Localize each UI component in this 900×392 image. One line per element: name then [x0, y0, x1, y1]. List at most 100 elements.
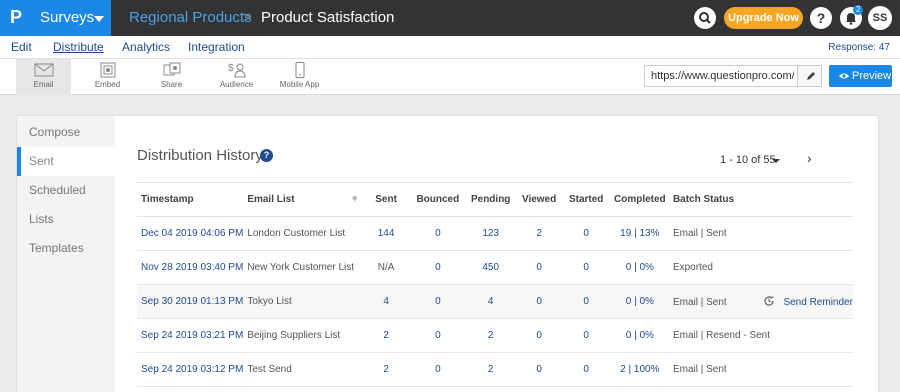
tool-audience-label: Audience: [219, 80, 254, 89]
cell-viewed[interactable]: 0: [516, 250, 562, 285]
column-header-pending: Pending: [464, 182, 517, 217]
menu-integration[interactable]: Integration: [188, 40, 245, 54]
menu-distribute[interactable]: Distribute: [53, 40, 104, 54]
cell-completed[interactable]: 0 | 0%: [610, 250, 669, 285]
top-bar: P Surveys Regional Products > Product Sa…: [0, 0, 900, 36]
eye-icon: [839, 73, 849, 79]
pagination-dropdown-icon[interactable]: [772, 159, 780, 163]
cell-bounced[interactable]: 0: [410, 352, 465, 387]
breadcrumb-parent[interactable]: Regional Products: [129, 9, 252, 26]
column-header-email-list[interactable]: Email List ◆: [243, 182, 362, 217]
column-header-label: Batch Status: [672, 194, 735, 205]
edit-url-button[interactable]: [797, 66, 821, 86]
column-header-viewed: Viewed: [516, 182, 562, 217]
product-name: Surveys: [40, 9, 95, 26]
cell-viewed[interactable]: 0: [516, 318, 562, 353]
send-reminder-button[interactable]: Send Reminder: [763, 296, 853, 308]
cell-completed[interactable]: 0 | 0%: [610, 318, 669, 353]
menu-edit[interactable]: Edit: [11, 40, 32, 54]
embed-icon: [100, 62, 115, 78]
send-reminder-label: Send Reminder: [783, 297, 853, 308]
cell-pending[interactable]: 123: [464, 216, 517, 251]
column-header-label: Email List: [247, 194, 295, 205]
preview-button[interactable]: Preview: [829, 65, 892, 87]
share-icon: [163, 62, 180, 76]
cell-started[interactable]: 0: [561, 216, 611, 251]
cell-sent[interactable]: 2: [361, 318, 411, 353]
cell-timestamp[interactable]: Sep 24 2019 03:21 PM: [137, 318, 244, 353]
cell-viewed[interactable]: 0: [516, 284, 562, 319]
cell-sent[interactable]: 144: [361, 216, 411, 251]
cell-bounced[interactable]: 0: [410, 250, 465, 285]
cell-bounced[interactable]: 0: [410, 216, 465, 251]
table-row[interactable]: Sep 24 2019 03:21 PM Beijing Suppliers L…: [137, 318, 853, 353]
next-page-button[interactable]: ›: [807, 150, 812, 166]
table-row[interactable]: Dec 04 2019 04:06 PM London Customer Lis…: [137, 216, 853, 251]
column-header-label: Completed: [613, 194, 666, 205]
cell-completed[interactable]: 19 | 13%: [610, 216, 669, 251]
sidebar-item-scheduled[interactable]: Scheduled: [17, 176, 115, 205]
survey-url-field[interactable]: https://www.questionpro.com/t/A: [644, 65, 822, 87]
tool-email-label: Email: [33, 80, 54, 89]
cell-viewed[interactable]: 2: [516, 216, 562, 251]
cell-started[interactable]: 0: [561, 250, 611, 285]
column-header-label: Started: [568, 194, 604, 205]
cell-started[interactable]: 0: [561, 318, 611, 353]
cell-pending[interactable]: 2: [464, 352, 517, 387]
cell-started[interactable]: 0: [561, 352, 611, 387]
help-button[interactable]: ?: [810, 7, 832, 29]
svg-text:$: $: [228, 63, 234, 74]
cell-sent[interactable]: 2: [361, 352, 411, 387]
sidebar-item-compose[interactable]: Compose: [17, 118, 115, 147]
sidebar-item-sent[interactable]: Sent: [17, 147, 115, 176]
cell-sent[interactable]: 4: [361, 284, 411, 319]
tool-mobile-app[interactable]: Mobile App: [272, 59, 327, 95]
column-header-timestamp[interactable]: Timestamp: [137, 182, 244, 217]
cell-email-list: London Customer List: [243, 216, 362, 251]
section-title: Distribution History: [137, 147, 263, 164]
cell-timestamp[interactable]: Sep 30 2019 01:13 PM: [137, 284, 244, 319]
response-count: Response: 47: [828, 42, 890, 53]
upgrade-button[interactable]: Upgrade Now: [724, 7, 803, 29]
cell-completed[interactable]: 2 | 100%: [610, 352, 669, 387]
cell-started[interactable]: 0: [561, 284, 611, 319]
menu-analytics[interactable]: Analytics: [122, 40, 170, 54]
sidebar-item-templates[interactable]: Templates: [17, 234, 115, 263]
chevron-down-icon: [94, 16, 104, 22]
table-row[interactable]: Sep 24 2019 03:12 PM Test Send 2 0 2 0 0…: [137, 352, 853, 387]
sort-icon[interactable]: ◆: [352, 194, 357, 202]
batch-status-text: Exported: [672, 262, 713, 273]
search-button[interactable]: [694, 7, 716, 29]
cell-completed[interactable]: 0 | 0%: [610, 284, 669, 319]
product-switcher[interactable]: P Surveys: [0, 0, 111, 36]
tool-audience[interactable]: $ Audience: [209, 59, 264, 95]
tool-embed-label: Embed: [94, 80, 121, 89]
cell-pending[interactable]: 2: [464, 318, 517, 353]
table-row[interactable]: Sep 30 2019 01:13 PM Tokyo List 4 0 4 0 …: [137, 284, 853, 319]
cell-pending[interactable]: 4: [464, 284, 517, 319]
cell-timestamp[interactable]: Sep 24 2019 03:12 PM: [137, 352, 244, 387]
help-icon[interactable]: ?: [260, 149, 273, 162]
column-header-batch-status: Batch Status: [668, 182, 853, 217]
column-header-label: Sent: [375, 194, 397, 205]
cell-pending[interactable]: 450: [464, 250, 517, 285]
pagination-range[interactable]: 1 - 10 of 55: [720, 154, 776, 166]
cell-viewed[interactable]: 0: [516, 352, 562, 387]
cell-batch-status: Email | Resend - Sent: [668, 318, 853, 353]
tool-email[interactable]: Email: [16, 59, 71, 95]
cell-email-list: Beijing Suppliers List: [243, 318, 362, 353]
preview-label: Preview: [852, 70, 892, 82]
cell-timestamp[interactable]: Nov 28 2019 03:40 PM: [137, 250, 244, 285]
cell-bounced[interactable]: 0: [410, 318, 465, 353]
avatar[interactable]: SS: [868, 6, 892, 30]
tool-share[interactable]: Share: [144, 59, 199, 95]
batch-status-text: Email | Resend - Sent: [672, 330, 771, 341]
table-header-row: Timestamp Email List ◆ Sent Bounced Pendi…: [137, 182, 853, 217]
cell-batch-status: Exported: [668, 250, 853, 285]
tool-embed[interactable]: Embed: [80, 59, 135, 95]
column-header-completed: Completed: [610, 182, 669, 217]
cell-timestamp[interactable]: Dec 04 2019 04:06 PM: [137, 216, 244, 251]
sidebar-item-lists[interactable]: Lists: [17, 205, 115, 234]
table-row[interactable]: Nov 28 2019 03:40 PM New York Customer L…: [137, 250, 853, 285]
cell-bounced[interactable]: 0: [410, 284, 465, 319]
